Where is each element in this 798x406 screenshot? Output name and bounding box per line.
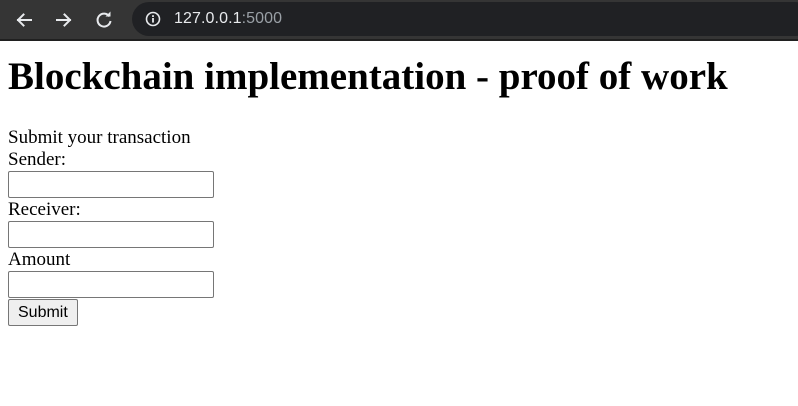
arrow-left-icon	[16, 13, 32, 27]
reload-icon	[96, 11, 112, 28]
page-title: Blockchain implementation - proof of wor…	[8, 55, 728, 98]
browser-toolbar: 127.0.0.1:5000	[0, 0, 798, 41]
forward-button[interactable]	[51, 7, 77, 33]
amount-label: Amount	[8, 249, 71, 270]
sender-input[interactable]	[8, 171, 214, 198]
form-heading: Submit your transaction	[8, 127, 191, 148]
page-content: Blockchain implementation - proof of wor…	[0, 43, 798, 406]
url-host: 127.0.0.1	[174, 10, 242, 27]
reload-button[interactable]	[91, 7, 117, 33]
url-text: 127.0.0.1:5000	[174, 10, 282, 28]
receiver-label: Receiver:	[8, 199, 81, 220]
info-icon[interactable]	[145, 11, 161, 27]
sender-label: Sender:	[8, 149, 67, 170]
submit-button[interactable]: Submit	[8, 299, 78, 326]
url-port: :5000	[241, 10, 283, 27]
address-bar[interactable]: 127.0.0.1:5000	[132, 2, 798, 36]
arrow-right-icon	[56, 13, 72, 27]
receiver-input[interactable]	[8, 221, 214, 248]
amount-input[interactable]	[8, 271, 214, 298]
transaction-form: Submit your transaction Sender: Receiver…	[8, 127, 214, 326]
back-button[interactable]	[11, 7, 37, 33]
